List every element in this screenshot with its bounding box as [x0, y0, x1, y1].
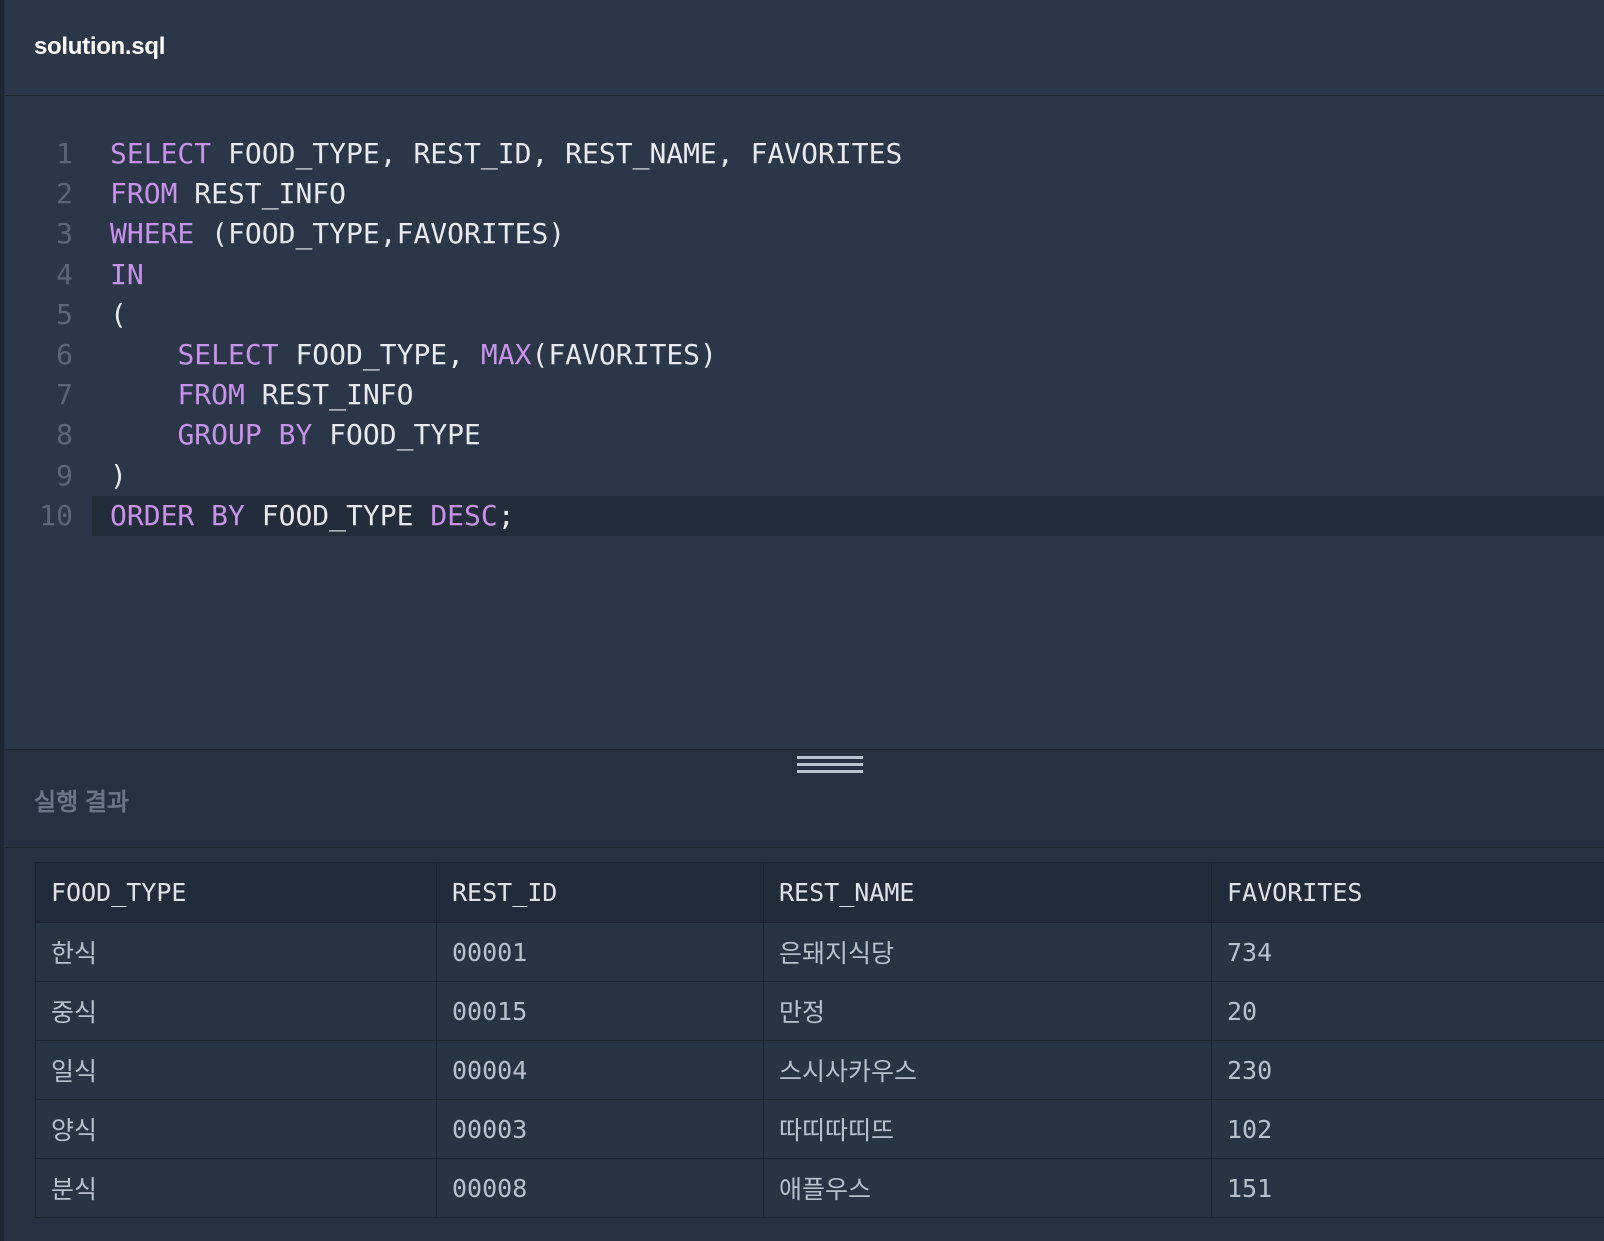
line-content[interactable]: ): [92, 456, 1604, 496]
file-tab-title[interactable]: solution.sql: [34, 33, 165, 61]
cell-food-type: 양식: [35, 1099, 437, 1159]
cell-rest-name: 스시사카우스: [763, 1040, 1212, 1100]
line-number: 8: [56, 418, 73, 452]
code-editor[interactable]: 1 SELECT FOOD_TYPE, REST_ID, REST_NAME, F…: [5, 96, 1604, 749]
line-content[interactable]: FROM REST_INFO: [92, 375, 1604, 415]
line-number: 7: [56, 378, 73, 412]
line-content[interactable]: ORDER BY FOOD_TYPE DESC;: [92, 495, 1604, 536]
code-line[interactable]: 4 IN: [5, 255, 1604, 295]
code-token: FOOD_TYPE, REST_ID, REST_NAME, FAVORITES: [211, 137, 903, 170]
code-token: ;: [497, 498, 515, 532]
code-token: (: [110, 297, 127, 331]
cell-rest-id: 00003: [436, 1099, 764, 1159]
keyword-token: WHERE: [110, 217, 195, 251]
cell-favorites: 20: [1211, 981, 1604, 1041]
cell-favorites: 151: [1211, 1158, 1604, 1218]
left-edge: [0, 0, 4, 1241]
keyword-token: BY: [278, 418, 313, 452]
line-content[interactable]: FROM REST_INFO: [92, 174, 1604, 214]
table-row: 분식 00008 애플우스 151: [35, 1158, 1604, 1218]
cell-favorites: 230: [1211, 1040, 1604, 1100]
line-number: 2: [56, 177, 73, 211]
code-line[interactable]: 5(: [5, 295, 1604, 335]
line-number: 1: [56, 137, 73, 170]
line-number: 5: [56, 297, 73, 331]
code-token: REST_INFO: [177, 177, 347, 211]
code-lines[interactable]: 1 SELECT FOOD_TYPE, REST_ID, REST_NAME, F…: [5, 134, 1604, 536]
column-header-favorites: FAVORITES: [1211, 862, 1604, 923]
code-token: (FAVORITES): [531, 337, 717, 371]
cell-rest-name: 은돼지식당: [763, 922, 1212, 982]
keyword-token: GROUP: [177, 418, 262, 452]
keyword-token: FROM: [177, 378, 245, 412]
cell-favorites: 734: [1211, 922, 1604, 982]
code-line[interactable]: 6 SELECT FOOD_TYPE, MAX(FAVORITES): [5, 335, 1604, 375]
result-table: FOOD_TYPE REST_ID REST_NAME FAVORITES 한식…: [35, 862, 1604, 1218]
code-token: REST_INFO: [244, 378, 414, 412]
code-line[interactable]: 7 FROM REST_INFO: [5, 375, 1604, 415]
table-header-row: FOOD_TYPE REST_ID REST_NAME FAVORITES: [35, 862, 1604, 923]
cell-rest-name: 따띠따띠뜨: [763, 1099, 1212, 1159]
table-row: 한식 00001 은돼지식당 734: [35, 922, 1604, 982]
keyword-token: BY: [211, 498, 245, 532]
keyword-token: SELECT: [177, 337, 279, 371]
keyword-token: SELECT: [110, 137, 212, 170]
keyword-token: MAX: [480, 337, 532, 371]
editor-header: solution.sql: [5, 0, 1604, 96]
table-row: 중식 00015 만정 20: [35, 981, 1604, 1041]
cell-food-type: 중식: [35, 981, 437, 1041]
code-token: ): [110, 458, 127, 492]
code-line[interactable]: 9): [5, 456, 1604, 496]
line-number: 9: [56, 458, 73, 492]
code-line[interactable]: 2 FROM REST_INFO: [5, 174, 1604, 214]
keyword-token: FROM: [110, 177, 178, 211]
code-line[interactable]: 10 ORDER BY FOOD_TYPE DESC;: [5, 495, 1604, 536]
code-line[interactable]: 8 GROUP BY FOOD_TYPE: [5, 415, 1604, 455]
drag-handle-icon[interactable]: [797, 756, 863, 774]
code-token: FOOD_TYPE: [244, 498, 431, 532]
line-content[interactable]: IN: [92, 255, 1604, 295]
keyword-token: IN: [110, 257, 144, 291]
cell-rest-id: 00004: [436, 1040, 764, 1100]
code-token: FOOD_TYPE,: [278, 337, 481, 371]
line-content[interactable]: SELECT FOOD_TYPE, MAX(FAVORITES): [92, 335, 1604, 375]
line-content[interactable]: WHERE (FOOD_TYPE,FAVORITES): [92, 214, 1604, 254]
cell-rest-name: 만정: [763, 981, 1212, 1041]
line-number: 3: [56, 217, 73, 251]
result-title: 실행 결과: [34, 789, 129, 816]
line-content[interactable]: (: [92, 295, 1604, 335]
cell-rest-id: 00001: [436, 922, 764, 982]
column-header-rest-id: REST_ID: [436, 862, 764, 923]
code-token: FOOD_TYPE: [312, 418, 481, 452]
line-number: 10: [39, 498, 73, 532]
code-line[interactable]: 1 SELECT FOOD_TYPE, REST_ID, REST_NAME, F…: [5, 134, 1604, 174]
code-token: (FOOD_TYPE,FAVORITES): [194, 217, 566, 251]
keyword-token: ORDER: [110, 498, 195, 532]
line-content[interactable]: GROUP BY FOOD_TYPE: [92, 415, 1604, 455]
column-header-rest-name: REST_NAME: [763, 862, 1212, 923]
code-line[interactable]: 3 WHERE (FOOD_TYPE,FAVORITES): [5, 214, 1604, 254]
cell-rest-id: 00008: [436, 1158, 764, 1218]
cell-favorites: 102: [1211, 1099, 1604, 1159]
cell-food-type: 일식: [35, 1040, 437, 1100]
table-row: 일식 00004 스시사카우스 230: [35, 1040, 1604, 1100]
table-row: 양식 00003 따띠따띠뜨 102: [35, 1099, 1604, 1159]
line-number: 4: [56, 257, 73, 291]
line-content[interactable]: SELECT FOOD_TYPE, REST_ID, REST_NAME, FA…: [92, 134, 1604, 174]
cell-rest-name: 애플우스: [763, 1158, 1212, 1218]
cell-food-type: 분식: [35, 1158, 437, 1218]
column-header-food-type: FOOD_TYPE: [35, 862, 437, 923]
app-frame: solution.sql 1 SELECT FOOD_TYPE, REST_ID,…: [0, 0, 1604, 1241]
cell-rest-id: 00015: [436, 981, 764, 1041]
result-panel: FOOD_TYPE REST_ID REST_NAME FAVORITES 한식…: [5, 848, 1604, 1241]
keyword-token: DESC: [430, 498, 498, 532]
cell-food-type: 한식: [35, 922, 437, 982]
line-number: 6: [56, 337, 73, 371]
